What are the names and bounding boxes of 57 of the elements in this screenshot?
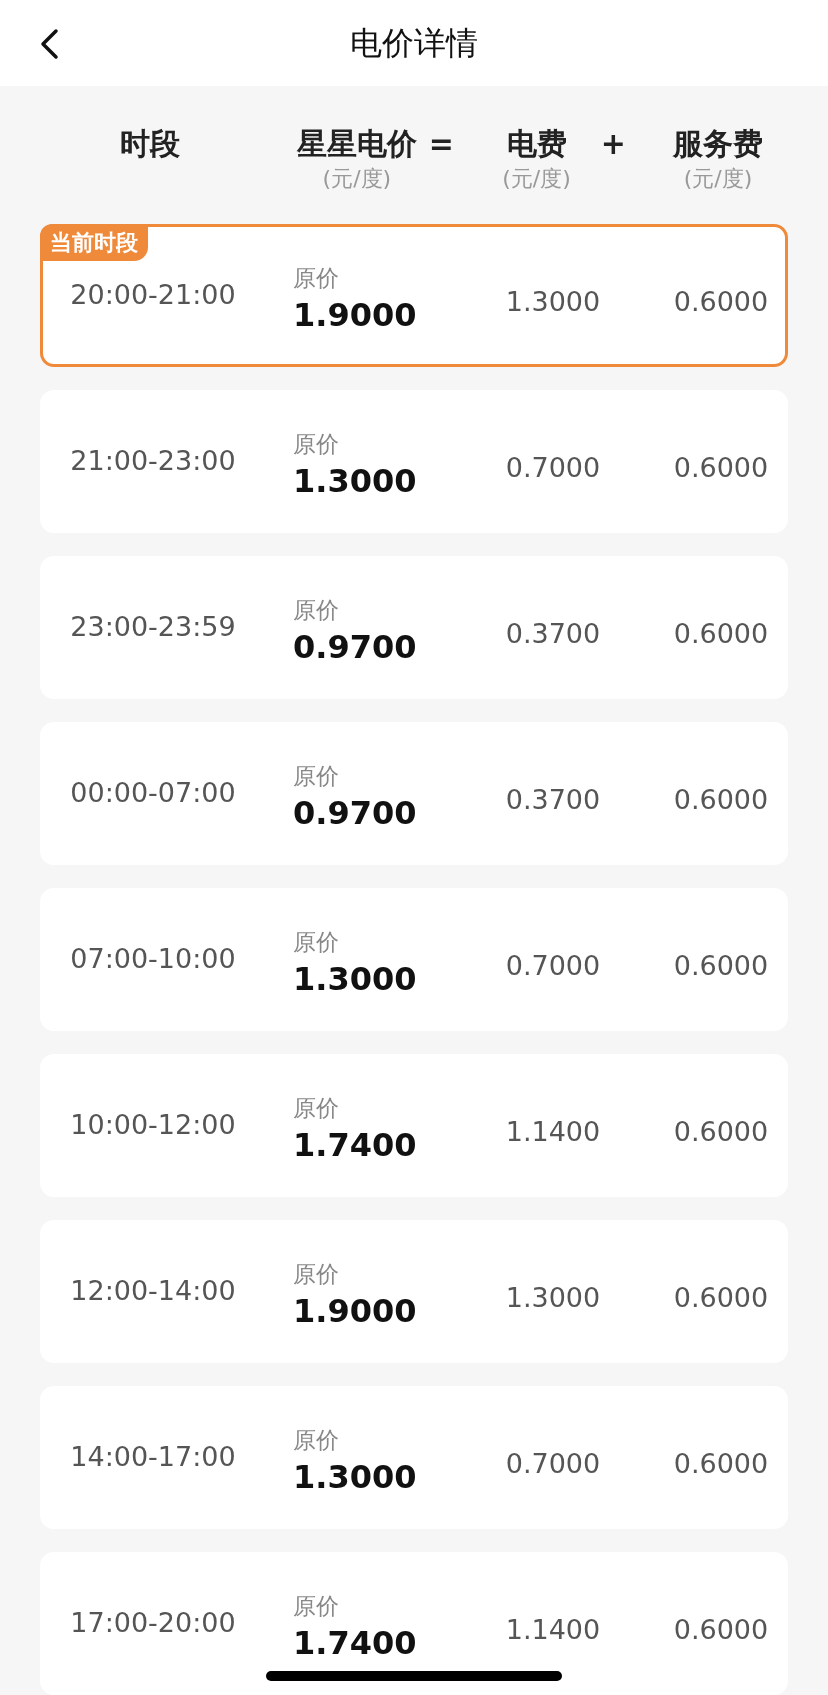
time-range: 14:00-17:00 (69, 1440, 237, 1475)
total-price: 1.9000 (293, 294, 417, 336)
service-fee: 0.6000 (672, 451, 770, 486)
total-price: 1.3000 (293, 1456, 417, 1498)
time-range: 17:00-20:00 (69, 1606, 237, 1641)
price-label: 原价 (293, 595, 339, 625)
unit-label: (元/度) (322, 165, 392, 193)
electricity-fee: 1.3000 (504, 285, 602, 320)
price-label: 原价 (293, 927, 339, 957)
time-range: 07:00-10:00 (69, 942, 237, 977)
service-fee: 0.6000 (672, 1613, 770, 1648)
price-label: 原价 (293, 1093, 339, 1123)
current-period-badge: 当前时段 (40, 224, 148, 261)
total-price: 0.9700 (293, 626, 417, 668)
electricity-fee: 0.7000 (504, 949, 602, 984)
page-title: 电价详情 (350, 23, 478, 64)
total-price: 1.3000 (293, 460, 417, 502)
column-header: 电费 (506, 125, 567, 163)
service-fee: 0.6000 (672, 1115, 770, 1150)
column-header: 服务费 (673, 125, 763, 163)
price-label: 原价 (293, 1591, 339, 1621)
unit-label: (元/度) (683, 165, 753, 193)
total-price: 0.9700 (293, 792, 417, 834)
operator-sign: = (428, 125, 454, 163)
service-fee: 0.6000 (672, 783, 770, 818)
price-label: 原价 (293, 1425, 339, 1455)
electricity-fee: 0.3700 (504, 617, 602, 652)
price-label: 原价 (293, 1259, 339, 1289)
time-range: 23:00-23:59 (69, 610, 237, 645)
service-fee: 0.6000 (672, 949, 770, 984)
service-fee: 0.6000 (672, 617, 770, 652)
time-range: 00:00-07:00 (69, 776, 237, 811)
total-price: 1.7400 (293, 1622, 417, 1664)
electricity-fee: 1.1400 (504, 1115, 602, 1150)
time-range: 20:00-21:00 (69, 278, 237, 313)
service-fee: 0.6000 (672, 285, 770, 320)
time-range: 21:00-23:00 (69, 444, 237, 479)
total-price: 1.7400 (293, 1124, 417, 1166)
unit-label: (元/度) (502, 165, 571, 193)
service-fee: 0.6000 (672, 1447, 770, 1482)
electricity-fee: 1.1400 (504, 1613, 602, 1648)
time-range: 10:00-12:00 (69, 1108, 237, 1143)
column-header: 时段 (120, 125, 180, 163)
service-fee: 0.6000 (672, 1281, 770, 1316)
total-price: 1.9000 (293, 1290, 417, 1332)
operator-sign: + (600, 125, 626, 163)
column-header: 星星电价 (296, 125, 417, 163)
electricity-fee: 0.7000 (504, 451, 602, 486)
electricity-fee: 0.3700 (504, 783, 602, 818)
electricity-fee: 0.7000 (504, 1447, 602, 1482)
price-label: 原价 (293, 429, 339, 459)
back-icon[interactable] (38, 28, 60, 60)
price-label: 原价 (293, 761, 339, 791)
electricity-fee: 1.3000 (504, 1281, 602, 1316)
time-range: 12:00-14:00 (69, 1274, 237, 1309)
price-label: 原价 (293, 263, 339, 293)
total-price: 1.3000 (293, 958, 417, 1000)
